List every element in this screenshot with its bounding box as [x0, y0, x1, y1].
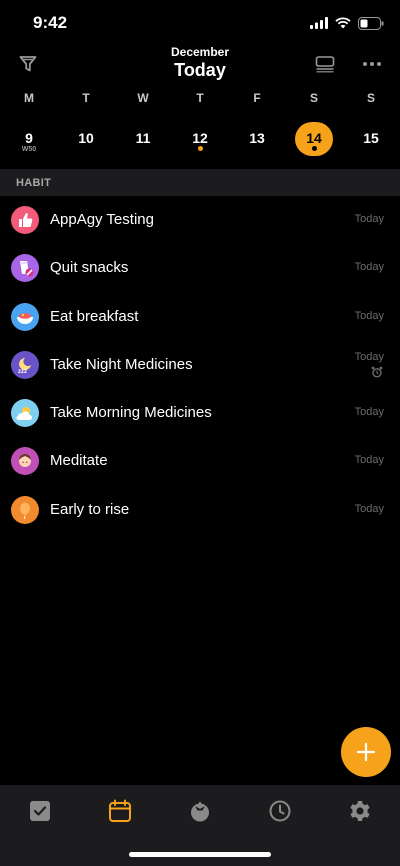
gear-icon — [350, 801, 370, 821]
section-header-habit: HABIT — [0, 169, 400, 196]
day-number[interactable]: 15 — [352, 122, 390, 156]
habit-schedule: Today — [354, 213, 384, 225]
habit-name: Meditate — [50, 452, 108, 470]
habit-schedule: Today — [354, 502, 384, 515]
meditate-icon — [11, 447, 39, 476]
habit-schedule: Today — [354, 350, 384, 363]
tab-focus[interactable] — [240, 795, 320, 827]
plus-icon — [356, 742, 376, 762]
home-indicator[interactable] — [129, 852, 271, 857]
header-title[interactable]: Today — [0, 60, 400, 81]
day-letter: T — [196, 91, 204, 105]
week-number: W50 — [21, 146, 37, 153]
header: December Today — [0, 40, 400, 86]
tab-calendar[interactable] — [80, 795, 160, 827]
habit-row[interactable]: Take Morning Medicines Today — [0, 389, 400, 437]
habit-name: Take Night Medicines — [50, 355, 193, 373]
habit-row[interactable]: Eat breakfast Today — [0, 293, 400, 341]
day-monday[interactable]: M 9 W50 — [1, 86, 58, 168]
day-tuesday[interactable]: T 10 — [58, 86, 115, 168]
habit-name: AppAgy Testing — [50, 211, 154, 228]
sun-cloud-icon — [11, 399, 39, 428]
alarm-clock-icon — [371, 366, 383, 378]
sleeping-moon-icon: zzz — [11, 350, 39, 379]
week-strip: M 9 W50 T 10 W 11 T 12 F 13 S 14 S 15 — [0, 86, 400, 168]
habit-schedule: Today — [354, 309, 384, 322]
day-number[interactable]: 13 — [238, 122, 276, 156]
no-snacks-icon — [11, 254, 39, 283]
day-sunday[interactable]: S 15 — [343, 86, 400, 168]
cellular-signal-icon — [310, 17, 328, 29]
header-month: December — [170, 45, 230, 59]
habit-row[interactable]: Meditate Today — [0, 437, 400, 485]
day-letter: M — [24, 91, 34, 105]
add-habit-button[interactable] — [341, 727, 391, 777]
habit-name: Quit snacks — [50, 259, 129, 277]
habit-row[interactable]: AppAgy Testing Today — [0, 196, 400, 244]
tab-tasks[interactable] — [0, 795, 80, 827]
habit-row[interactable]: zzz Take Night Medicines Today — [0, 341, 400, 389]
habit-name: Take Morning Medicines — [50, 404, 212, 422]
habit-name: Early to rise — [50, 500, 130, 518]
habit-row[interactable]: Quit snacks Today — [0, 244, 400, 292]
day-wednesday[interactable]: W 11 — [115, 86, 172, 168]
status-icons — [310, 14, 384, 32]
habit-schedule: Today — [354, 406, 384, 419]
battery-icon — [358, 16, 384, 30]
day-friday[interactable]: F 13 — [229, 86, 286, 168]
habit-schedule: Today — [354, 454, 384, 467]
day-letter: S — [366, 91, 375, 105]
habit-schedule: Today — [354, 261, 384, 274]
day-letter: W — [137, 91, 149, 105]
status-time: 9:42 — [33, 13, 68, 32]
clock-icon — [269, 800, 291, 822]
breakfast-bowl-icon — [11, 302, 39, 331]
view-toggle-icon[interactable] — [312, 52, 338, 76]
balloon-icon — [11, 495, 39, 524]
day-saturday-selected[interactable]: S 14 — [286, 86, 343, 168]
activity-dot — [198, 146, 203, 151]
tab-matrix[interactable] — [160, 795, 240, 827]
section-label: HABIT — [16, 177, 52, 189]
more-options-icon[interactable] — [359, 52, 385, 76]
tab-settings[interactable] — [320, 795, 400, 827]
habit-name: Eat breakfast — [50, 307, 139, 325]
day-thursday[interactable]: T 12 — [172, 86, 229, 168]
day-letter: F — [253, 91, 261, 105]
day-letter: T — [82, 91, 90, 105]
activity-dot — [312, 146, 317, 151]
day-number[interactable]: 11 — [124, 122, 162, 156]
svg-text:zzz: zzz — [18, 369, 27, 375]
thumbs-up-icon — [11, 206, 39, 234]
day-letter: S — [309, 91, 318, 105]
calendar-icon — [109, 799, 131, 822]
day-number[interactable]: 10 — [67, 122, 105, 156]
checkbox-icon — [30, 801, 50, 821]
wifi-icon — [335, 17, 351, 29]
habit-list: AppAgy Testing Today Quit snacks Today E… — [0, 196, 400, 534]
habit-row[interactable]: Early to rise Today — [0, 486, 400, 534]
tomato-icon — [191, 802, 209, 822]
